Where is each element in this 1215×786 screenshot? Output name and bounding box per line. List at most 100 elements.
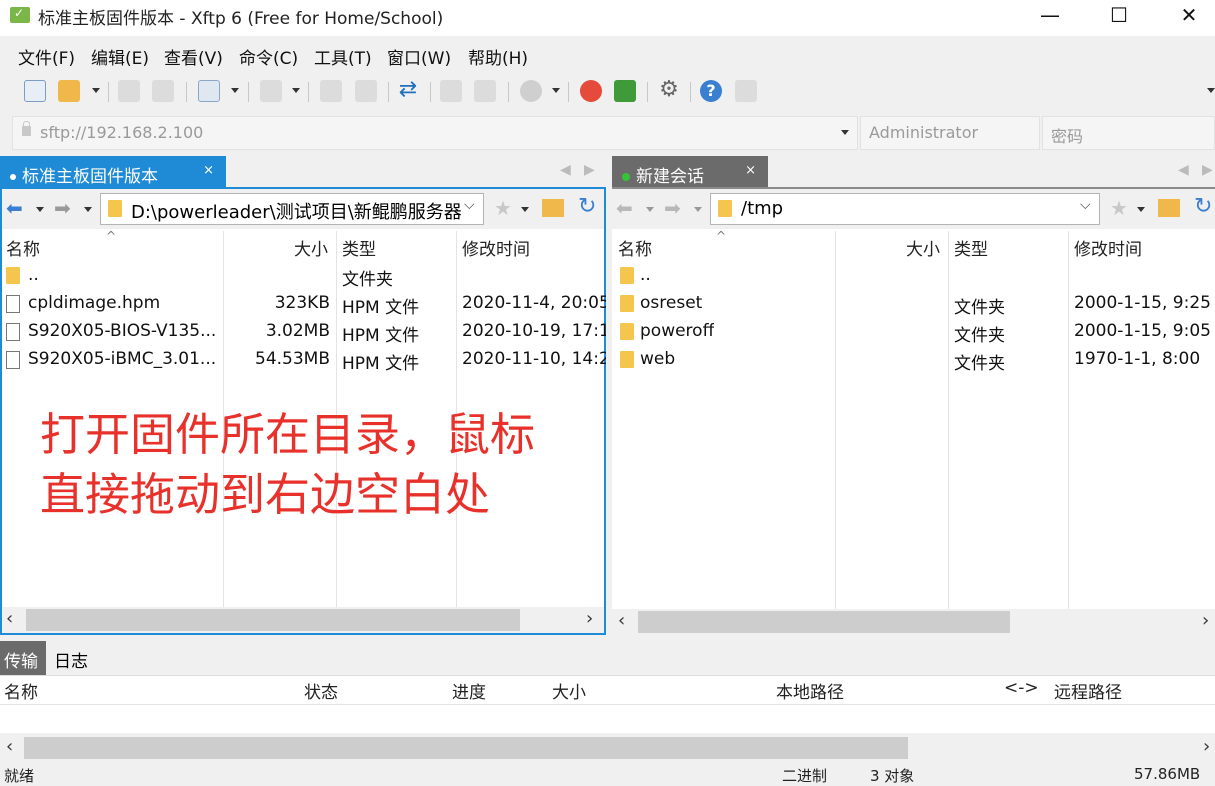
tab-close-icon[interactable]: × xyxy=(203,163,214,178)
scrollbar-thumb[interactable] xyxy=(26,609,520,631)
file-type: 文件夹 xyxy=(954,298,1005,318)
netsarang-icon[interactable] xyxy=(580,80,602,102)
column-size[interactable]: 大小 xyxy=(906,235,940,260)
column-name[interactable]: 名称 xyxy=(618,235,652,260)
file-row[interactable]: poweroff 文件夹 2000-1-15, 9:05 xyxy=(612,318,1215,346)
properties-icon[interactable] xyxy=(198,80,220,102)
tab-scroll-right-icon[interactable]: ▶ xyxy=(1202,162,1213,178)
chevron-down-icon[interactable] xyxy=(694,207,702,212)
remote-horizontal-scrollbar[interactable]: ‹ › xyxy=(612,609,1215,635)
scroll-left-icon[interactable]: ‹ xyxy=(6,736,13,757)
chevron-down-icon[interactable] xyxy=(646,207,654,212)
column-type[interactable]: 类型 xyxy=(342,235,376,260)
scroll-right-icon[interactable]: › xyxy=(586,608,593,629)
home-folder-icon[interactable] xyxy=(542,199,564,217)
scroll-right-icon[interactable]: › xyxy=(1202,610,1209,631)
toolbar-divider xyxy=(568,82,569,102)
tab-close-icon[interactable]: × xyxy=(745,163,756,178)
gear-icon[interactable]: ⚙ xyxy=(658,79,680,102)
menu-tools[interactable]: 工具(T) xyxy=(314,44,372,69)
transfer-column-size[interactable]: 大小 xyxy=(552,678,586,703)
column-modified[interactable]: 修改时间 xyxy=(1074,235,1142,260)
file-row[interactable]: osreset 文件夹 2000-1-15, 9:25 xyxy=(612,290,1215,318)
session-dot-icon xyxy=(10,174,16,180)
chevron-down-icon xyxy=(292,88,300,93)
back-arrow-icon[interactable]: ⬅ xyxy=(616,196,633,220)
username-input[interactable]: Administrator xyxy=(860,116,1040,150)
tab-label: 新建会话 xyxy=(636,167,704,187)
file-row[interactable]: cpldimage.hpm 323KB HPM 文件 2020-11-4, 20… xyxy=(2,290,606,318)
menu-file[interactable]: 文件(F) xyxy=(18,44,75,69)
chevron-down-icon[interactable] xyxy=(84,207,92,212)
minimize-button[interactable]: — xyxy=(1018,0,1082,30)
chevron-down-icon[interactable] xyxy=(1137,207,1145,212)
local-horizontal-scrollbar[interactable]: ‹ › xyxy=(2,607,604,633)
scroll-left-icon[interactable]: ‹ xyxy=(618,610,625,631)
menu-help[interactable]: 帮助(H) xyxy=(468,44,528,69)
column-name[interactable]: 名称 xyxy=(6,235,40,260)
chevron-down-icon[interactable]: ⌵ xyxy=(1080,197,1091,213)
scrollbar-thumb[interactable] xyxy=(24,737,908,759)
file-row[interactable]: web 文件夹 1970-1-1, 8:00 xyxy=(612,346,1215,374)
scroll-right-icon[interactable]: › xyxy=(1203,736,1210,757)
local-path-input[interactable]: D:\powerleader\测试项目\新鲲鹏服务器 xyxy=(100,193,484,225)
menu-command[interactable]: 命令(C) xyxy=(239,44,298,69)
forward-arrow-icon[interactable]: ➡ xyxy=(664,196,681,220)
tab-scroll-left-icon[interactable]: ◀ xyxy=(1178,162,1189,178)
chevron-down-icon[interactable] xyxy=(36,207,44,212)
chevron-down-icon[interactable] xyxy=(92,88,100,93)
toolbar-divider xyxy=(647,82,648,102)
chevron-down-icon[interactable] xyxy=(521,207,529,212)
xftp-icon[interactable] xyxy=(614,80,636,102)
refresh-icon[interactable]: ↻ xyxy=(578,194,596,219)
file-row[interactable]: .. 文件夹 xyxy=(2,262,604,290)
instruction-annotation: 打开固件所在目录，鼠标 直接拖动到右边空白处 xyxy=(40,405,535,525)
column-modified[interactable]: 修改时间 xyxy=(462,235,530,260)
file-row[interactable]: S920X05-BIOS-V135... 3.02MB HPM 文件 2020-… xyxy=(2,318,606,346)
menu-edit[interactable]: 编辑(E) xyxy=(91,44,149,69)
tab-scroll-right-icon[interactable]: ▶ xyxy=(584,162,595,178)
sync-transfer-icon[interactable]: ⇄ xyxy=(397,79,419,102)
tab-scroll-left-icon[interactable]: ◀ xyxy=(560,162,571,178)
menu-view[interactable]: 查看(V) xyxy=(164,44,223,69)
tab-local-session[interactable]: 标准主板固件版本 × xyxy=(0,156,226,189)
open-folder-icon[interactable] xyxy=(58,80,80,102)
transfer-column-direction[interactable]: <-> xyxy=(1004,678,1039,698)
transfer-column-name[interactable]: 名称 xyxy=(4,678,38,703)
menu-window[interactable]: 窗口(W) xyxy=(387,44,451,69)
help-icon[interactable]: ? xyxy=(700,80,722,102)
bookmark-star-icon[interactable]: ★ xyxy=(1110,196,1128,220)
back-arrow-icon[interactable]: ⬅ xyxy=(6,196,23,220)
transfer-column-status[interactable]: 状态 xyxy=(304,678,338,703)
remote-path-input[interactable]: /tmp xyxy=(710,193,1100,225)
transfer-panel: 传输 日志 名称 状态 进度 大小 本地路径 <-> 远程路径 ‹ › 就绪 二… xyxy=(0,641,1215,785)
file-row[interactable]: S920X05-iBMC_3.01... 54.53MB HPM 文件 2020… xyxy=(2,346,606,374)
forward-arrow-icon[interactable]: ➡ xyxy=(54,196,71,220)
toolbar-overflow-icon[interactable] xyxy=(1207,88,1215,93)
transfer-list xyxy=(0,705,1215,733)
tab-log[interactable]: 日志 xyxy=(50,641,92,675)
maximize-button[interactable]: ☐ xyxy=(1087,0,1151,30)
new-session-icon[interactable] xyxy=(24,80,46,102)
chevron-down-icon[interactable] xyxy=(231,88,239,93)
password-input[interactable]: 密码 xyxy=(1042,116,1215,150)
home-folder-icon[interactable] xyxy=(1158,199,1180,217)
host-address-input[interactable]: sftp://192.168.2.100 xyxy=(12,116,858,150)
scrollbar-thumb[interactable] xyxy=(638,611,1010,633)
chevron-down-icon[interactable] xyxy=(841,130,849,135)
folder-icon xyxy=(108,200,122,217)
bookmark-star-icon[interactable]: ★ xyxy=(494,196,512,220)
scroll-left-icon[interactable]: ‹ xyxy=(6,608,13,629)
tab-transfer[interactable]: 传输 xyxy=(0,641,46,675)
transfer-column-remote-path[interactable]: 远程路径 xyxy=(1054,678,1122,703)
transfer-column-progress[interactable]: 进度 xyxy=(452,678,486,703)
transfer-column-local-path[interactable]: 本地路径 xyxy=(776,678,844,703)
file-row[interactable]: .. xyxy=(612,262,1215,290)
refresh-icon[interactable]: ↻ xyxy=(1194,194,1212,219)
tab-remote-session[interactable]: 新建会话 × xyxy=(612,156,768,189)
transfer-horizontal-scrollbar[interactable]: ‹ › xyxy=(0,735,1215,761)
chevron-down-icon[interactable]: ⌵ xyxy=(464,197,475,213)
close-button[interactable]: ✕ xyxy=(1157,0,1215,30)
column-type[interactable]: 类型 xyxy=(954,235,988,260)
column-size[interactable]: 大小 xyxy=(294,235,328,260)
